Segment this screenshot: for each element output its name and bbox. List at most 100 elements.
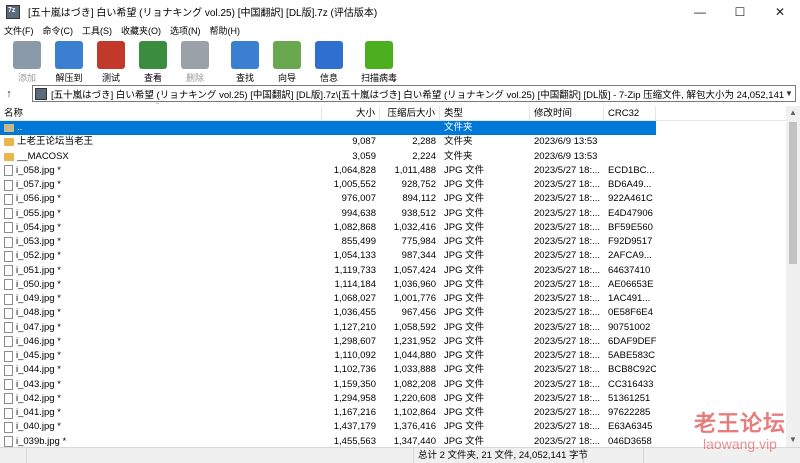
menu-help[interactable]: 帮助(H)	[210, 24, 241, 37]
file-type: JPG 文件	[444, 407, 485, 418]
column-header: 名称 大小 压缩后大小 类型 修改时间 CRC32	[0, 105, 786, 121]
path-combobox[interactable]: [五十嵐はづき] 白い希望 (リョナキング vol.25) [中国翻訳] [DL…	[32, 85, 796, 102]
file-name-cell: i_058.jpg *	[0, 164, 322, 178]
file-name: i_055.jpg *	[16, 207, 61, 219]
column-name[interactable]: 名称	[0, 105, 322, 121]
file-packed-size: 1,376,416	[393, 421, 436, 433]
image-file-icon	[4, 279, 13, 291]
file-type: JPG 文件	[444, 335, 485, 347]
chevron-down-icon[interactable]: ▼	[785, 89, 795, 98]
file-name: i_046.jpg *	[16, 335, 61, 347]
close-button[interactable]: ✕	[760, 0, 800, 23]
file-modified: 2023/5/27 18:...	[534, 264, 601, 276]
minimize-button[interactable]: —	[680, 0, 720, 23]
file-packed-size: 1,057,424	[393, 264, 436, 276]
file-packed-size: 1,033,888	[393, 364, 436, 376]
file-row[interactable]: i_042.jpg * 1,294,958 1,220,608 JPG 文件 2023/…	[0, 392, 786, 406]
file-modified: 2023/5/27 18:...	[534, 221, 601, 233]
image-file-icon	[4, 393, 13, 405]
file-name: i_051.jpg *	[16, 264, 61, 276]
file-row[interactable]: i_054.jpg * 1,082,868 1,032,416 JPG 文件 2023/…	[0, 221, 786, 235]
file-row[interactable]: i_051.jpg * 1,119,733 1,057,424 JPG 文件 2023/…	[0, 264, 786, 278]
file-row[interactable]: i_045.jpg * 1,110,092 1,044,880 JPG 文件 2023/…	[0, 349, 786, 363]
file-type: JPG 文件	[444, 250, 485, 262]
menu-favorites[interactable]: 收藏夹(O)	[121, 24, 161, 37]
file-name: ..	[17, 122, 23, 133]
status-cell-empty-1	[0, 447, 27, 463]
file-row[interactable]: i_049.jpg * 1,068,027 1,001,776 JPG 文件 2023/…	[0, 292, 786, 306]
vertical-scrollbar[interactable]: ▲ ▼	[786, 106, 800, 447]
file-type: JPG 文件	[444, 293, 485, 304]
file-name-cell: 上老王论坛当老王	[0, 135, 322, 149]
file-type: JPG 文件	[444, 221, 485, 233]
menu-command[interactable]: 命令(C)	[43, 24, 74, 37]
image-file-icon	[4, 436, 13, 447]
file-row[interactable]: i_040.jpg * 1,437,179 1,376,416 JPG 文件 2023/…	[0, 420, 786, 434]
file-row[interactable]: i_057.jpg * 1,005,552 928,752 JPG 文件 2023/5/…	[0, 178, 786, 192]
file-packed-size: 1,220,608	[393, 392, 436, 404]
file-packed-size: 938,512	[401, 207, 436, 219]
file-row[interactable]: .. 文件夹	[0, 121, 786, 136]
file-modified: 2023/5/27 18:...	[534, 435, 601, 447]
file-row[interactable]: i_052.jpg * 1,054,133 987,344 JPG 文件 2023/5/…	[0, 249, 786, 263]
file-row[interactable]: i_050.jpg * 1,114,184 1,036,960 JPG 文件 2023/…	[0, 278, 786, 292]
file-modified: 2023/5/27 18:...	[534, 293, 601, 304]
file-crc32: AE06653E	[608, 278, 654, 290]
column-packed-size[interactable]: 压缩后大小	[380, 105, 440, 121]
file-name: i_058.jpg *	[16, 164, 61, 176]
file-packed-size: 1,036,960	[393, 278, 436, 290]
file-row[interactable]: i_041.jpg * 1,167,216 1,102,864 JPG 文件 2023/…	[0, 406, 786, 420]
file-name-cell: i_049.jpg *	[0, 292, 322, 306]
scrollbar-thumb[interactable]	[789, 122, 797, 264]
toolbar-button-0[interactable]: 添加	[6, 38, 48, 84]
toolbar-button-3[interactable]: 查看	[132, 38, 174, 84]
file-row[interactable]: i_048.jpg * 1,036,455 967,456 JPG 文件 2023/5/…	[0, 306, 786, 320]
file-name-cell: i_044.jpg *	[0, 363, 322, 377]
up-folder-icon[interactable]: ↑	[0, 88, 18, 100]
file-type: JPG 文件	[444, 321, 485, 333]
file-modified: 2023/5/27 18:...	[534, 164, 601, 176]
toolbar-button-label: 扫描病毒	[360, 73, 397, 83]
toolbar-button-label: 查看	[143, 73, 162, 83]
image-file-icon	[4, 165, 13, 177]
toolbar-button-1[interactable]: 解压到	[48, 38, 90, 84]
file-row[interactable]: i_055.jpg * 994,638 938,512 JPG 文件 2023/5/27…	[0, 207, 786, 221]
toolbar-button-7[interactable]: 信息	[308, 38, 350, 84]
file-modified: 2023/6/9 13:53	[534, 150, 598, 162]
column-modified[interactable]: 修改时间	[530, 105, 604, 121]
file-packed-size	[380, 121, 440, 136]
archive-icon	[35, 87, 47, 100]
file-type: JPG 文件	[444, 378, 485, 390]
file-crc32: 0E58F6E4	[608, 307, 653, 319]
image-file-icon	[4, 208, 13, 220]
file-row[interactable]: i_043.jpg * 1,159,350 1,082,208 JPG 文件 2023/…	[0, 378, 786, 392]
menu-options[interactable]: 选项(N)	[170, 24, 201, 37]
column-type[interactable]: 类型	[440, 105, 530, 121]
scroll-up-icon[interactable]: ▲	[786, 106, 800, 120]
toolbar-button-4[interactable]: 删除	[174, 38, 216, 84]
toolbar-button-6[interactable]: 向导	[266, 38, 308, 84]
file-row[interactable]: 上老王论坛当老王 9,087 2,288 文件夹 2023/6/9 13:53	[0, 135, 786, 149]
file-row[interactable]: i_047.jpg * 1,127,210 1,058,592 JPG 文件 2023/…	[0, 321, 786, 335]
file-name: i_052.jpg *	[16, 250, 61, 262]
menu-file[interactable]: 文件(F)	[4, 24, 34, 37]
file-packed-size: 1,032,416	[393, 221, 436, 233]
column-size[interactable]: 大小	[322, 105, 380, 121]
file-row[interactable]: i_053.jpg * 855,499 775,984 JPG 文件 2023/5/27…	[0, 235, 786, 249]
maximize-button[interactable]: ☐	[720, 0, 760, 23]
toolbar-button-5[interactable]: 查找	[224, 38, 266, 84]
file-packed-size: 775,984	[401, 236, 436, 247]
file-row[interactable]: i_056.jpg * 976,007 894,112 JPG 文件 2023/5/27…	[0, 192, 786, 206]
file-row[interactable]: i_046.jpg * 1,298,607 1,231,952 JPG 文件 2023/…	[0, 335, 786, 349]
file-size: 1,114,184	[334, 278, 376, 290]
menu-tools[interactable]: 工具(S)	[82, 24, 112, 37]
file-list[interactable]: .. 文件夹 上老王论坛当老王 9,087 2,288 文件夹 2023/6/9 13:53…	[0, 121, 786, 447]
toolbar-button-8[interactable]: 扫描病毒	[358, 38, 400, 84]
toolbar-button-2[interactable]: 测试	[90, 38, 132, 84]
column-crc32[interactable]: CRC32	[604, 105, 656, 121]
file-row[interactable]: i_039b.jpg * 1,455,563 1,347,440 JPG 文件 2023…	[0, 435, 786, 447]
file-row[interactable]: __MACOSX 3,059 2,224 文件夹 2023/6/9 13:53	[0, 150, 786, 164]
scroll-down-icon[interactable]: ▼	[786, 433, 800, 447]
file-row[interactable]: i_058.jpg * 1,064,828 1,011,488 JPG 文件 2023/…	[0, 164, 786, 178]
file-row[interactable]: i_044.jpg * 1,102,736 1,033,888 JPG 文件 2023/…	[0, 363, 786, 377]
